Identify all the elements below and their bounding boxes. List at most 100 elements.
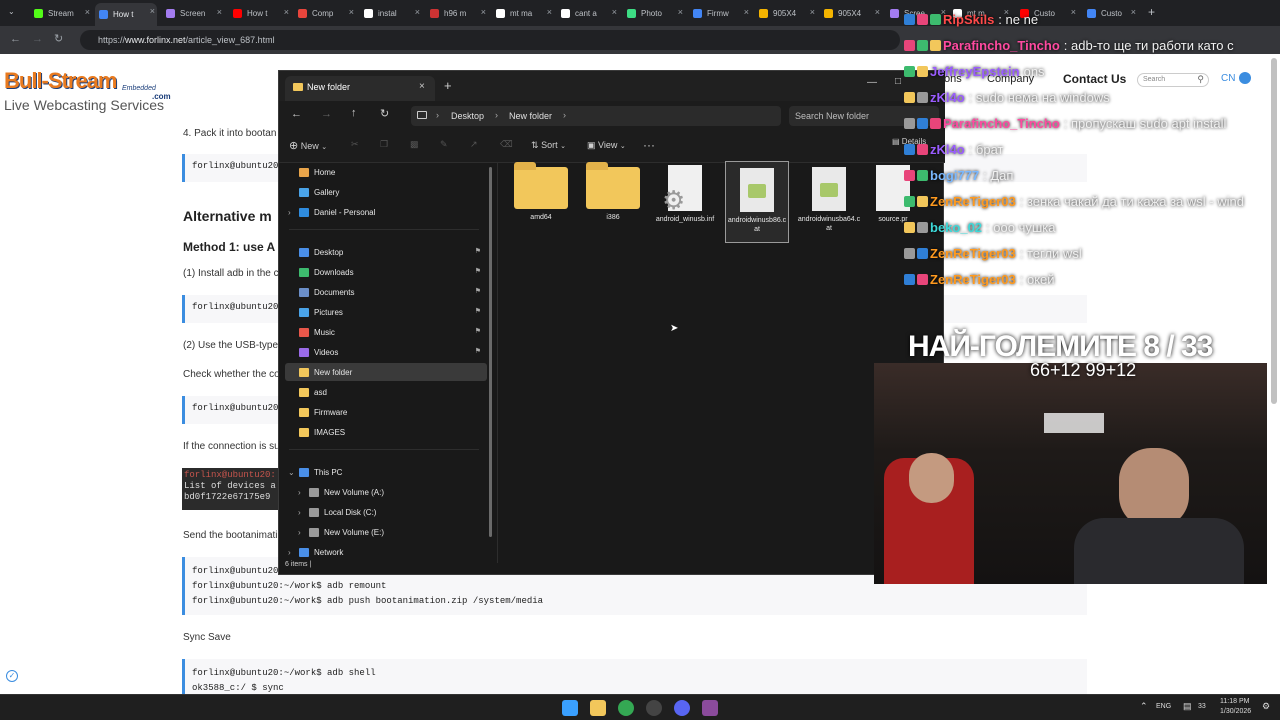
chat-badge-icon [904, 144, 915, 155]
code-line: forlinx@ubuntu20 [192, 403, 279, 413]
url-bar[interactable]: https://www.forlinx.net/article_view_687… [80, 30, 900, 50]
chat-badge-icon [917, 92, 928, 103]
overlay-counter-title: НАЙ-ГОЛЕМИТЕ 8 / 33 [908, 330, 1213, 363]
chat-message: Parafincho_Tincho: adb-то ще ти работи к… [904, 38, 1234, 53]
chat-badge-icon [917, 274, 928, 285]
file-name: android_winusb.inf [655, 216, 715, 223]
chat-badge-icon [904, 196, 915, 207]
browser-tab[interactable]: Screen × [162, 4, 224, 22]
chat-username[interactable]: ZenReTiger03 [930, 246, 1016, 261]
back-icon[interactable]: ← [10, 33, 21, 45]
file-explorer-taskbar-icon[interactable] [590, 700, 606, 716]
chat-badge-icon [917, 66, 928, 77]
chevron-up-icon[interactable]: ⌃ [1140, 701, 1148, 712]
browser-tab[interactable]: How t × [95, 3, 157, 26]
mouse-cursor-icon: ➤ [670, 323, 679, 334]
file-item[interactable]: i386 [581, 161, 645, 243]
browser-tab[interactable]: How t × [229, 4, 291, 22]
browser-tab[interactable]: instal × [360, 4, 422, 22]
start-menu-icon[interactable] [562, 700, 578, 716]
chat-badge-icon [917, 40, 928, 51]
browser-tab[interactable]: h96 m × [426, 4, 488, 22]
close-tab-icon[interactable]: × [85, 7, 90, 17]
chat-username[interactable]: beko_02 [930, 220, 982, 235]
chat-message: zKl4o: брат [904, 142, 1003, 157]
taskbar-time[interactable]: 11:18 PM [1220, 698, 1249, 705]
close-tab-icon[interactable]: × [481, 7, 486, 17]
tab-label: cant a [575, 8, 597, 18]
chat-text: : пропускаш sudo apt install [1063, 116, 1227, 131]
close-tab-icon[interactable]: × [744, 7, 749, 17]
browser-tab[interactable]: mt ma × [492, 4, 554, 22]
code-line: forlinx@ubuntu20 [192, 161, 279, 171]
chat-badge-icon [917, 14, 928, 25]
tab-label: How t [247, 8, 268, 18]
code-line: forlinx@ubuntu20:~/work$ adb push bootan… [192, 596, 544, 606]
browser-tab[interactable]: Comp × [294, 4, 356, 22]
browser-tab[interactable]: 905X4 × [755, 4, 817, 22]
notification-icon[interactable]: ⚙ [1262, 701, 1270, 712]
tab-search-icon[interactable]: ⌄ [8, 7, 15, 16]
chrome-taskbar-icon[interactable] [618, 700, 634, 716]
folder-icon [514, 162, 568, 209]
file-item[interactable]: androidwinusba64.cat [797, 161, 861, 243]
close-tab-icon[interactable]: × [810, 7, 815, 17]
close-tab-icon[interactable]: × [150, 6, 155, 16]
chat-username[interactable]: ZenReTiger03 [930, 272, 1016, 287]
tab-label: mt ma [510, 8, 533, 18]
close-tab-icon[interactable]: × [612, 7, 617, 17]
tab-label: How t [113, 10, 134, 19]
winrar-taskbar-icon[interactable] [702, 700, 718, 716]
chat-username[interactable]: zKl4o [930, 90, 965, 105]
chat-text: : ne ne [998, 12, 1039, 27]
chat-username[interactable]: zKl4o [930, 142, 965, 157]
taskbar-language[interactable]: ENG [1156, 703, 1171, 710]
chat-username[interactable]: JeffreyEpstein [930, 64, 1020, 79]
chat-badge-icon [917, 118, 928, 129]
site-logo[interactable]: Bull-Stream Embedded .com Live Webcastin… [4, 68, 174, 114]
file-item[interactable]: ⚙ android_winusb.inf [653, 161, 717, 243]
chat-username[interactable]: ZenReTiger03 [930, 194, 1016, 209]
reload-icon[interactable]: ↻ [54, 32, 63, 45]
browser-tab[interactable]: Photo × [623, 4, 685, 22]
close-tab-icon[interactable]: × [284, 7, 289, 17]
chat-username[interactable]: bogi777 [930, 168, 979, 183]
file-name: i386 [606, 214, 620, 221]
chat-badge-icon [904, 92, 915, 103]
chat-username[interactable]: RipSkils [943, 12, 994, 27]
logo-tagline: Live Webcasting Services [4, 97, 165, 113]
chat-badge-icon [904, 274, 915, 285]
close-tab-icon[interactable]: × [678, 7, 683, 17]
send-bootanimation-text: Send the bootanimati [183, 530, 278, 541]
chat-message: ZenReTiger03: тегли wsl [904, 246, 1082, 261]
chat-text: ons [1023, 64, 1045, 79]
tab-favicon-icon [166, 8, 175, 18]
terminal-line: List of devices a [184, 481, 276, 491]
code-line: forlinx@ubuntu20 [192, 302, 279, 312]
browser-tab[interactable]: Firmw × [689, 4, 751, 22]
chat-badge-icon [917, 144, 928, 155]
taskbar-date[interactable]: 1/30/2026 [1220, 708, 1251, 715]
browser-tab[interactable]: cant a × [557, 4, 619, 22]
chat-badge-icon [904, 118, 915, 129]
logo-text: Bull-Stream [4, 68, 117, 93]
close-tab-icon[interactable]: × [547, 7, 552, 17]
tab-label: Firmw [707, 8, 729, 18]
file-item[interactable]: amd64 [509, 161, 573, 243]
close-tab-icon[interactable]: × [415, 7, 420, 17]
browser-tab[interactable]: 905X4 × [820, 4, 882, 22]
close-tab-icon[interactable]: × [349, 7, 354, 17]
verified-badge-icon[interactable]: ✓ [6, 670, 18, 682]
file-item[interactable]: androidwinusb86.cat [725, 161, 789, 243]
close-tab-icon[interactable]: × [875, 7, 880, 17]
forward-icon[interactable]: → [32, 33, 43, 45]
chat-badge-icon [917, 170, 928, 181]
network-status-icon[interactable]: ▤ [1183, 701, 1192, 712]
chat-text: : тегли wsl [1019, 246, 1082, 261]
close-tab-icon[interactable]: × [217, 7, 222, 17]
obs-taskbar-icon[interactable] [646, 700, 662, 716]
browser-tab[interactable]: Stream × [30, 4, 92, 22]
discord-taskbar-icon[interactable] [674, 700, 690, 716]
chat-username[interactable]: Parafincho_Tincho [943, 38, 1060, 53]
chat-username[interactable]: Parafincho_Tincho [943, 116, 1060, 131]
